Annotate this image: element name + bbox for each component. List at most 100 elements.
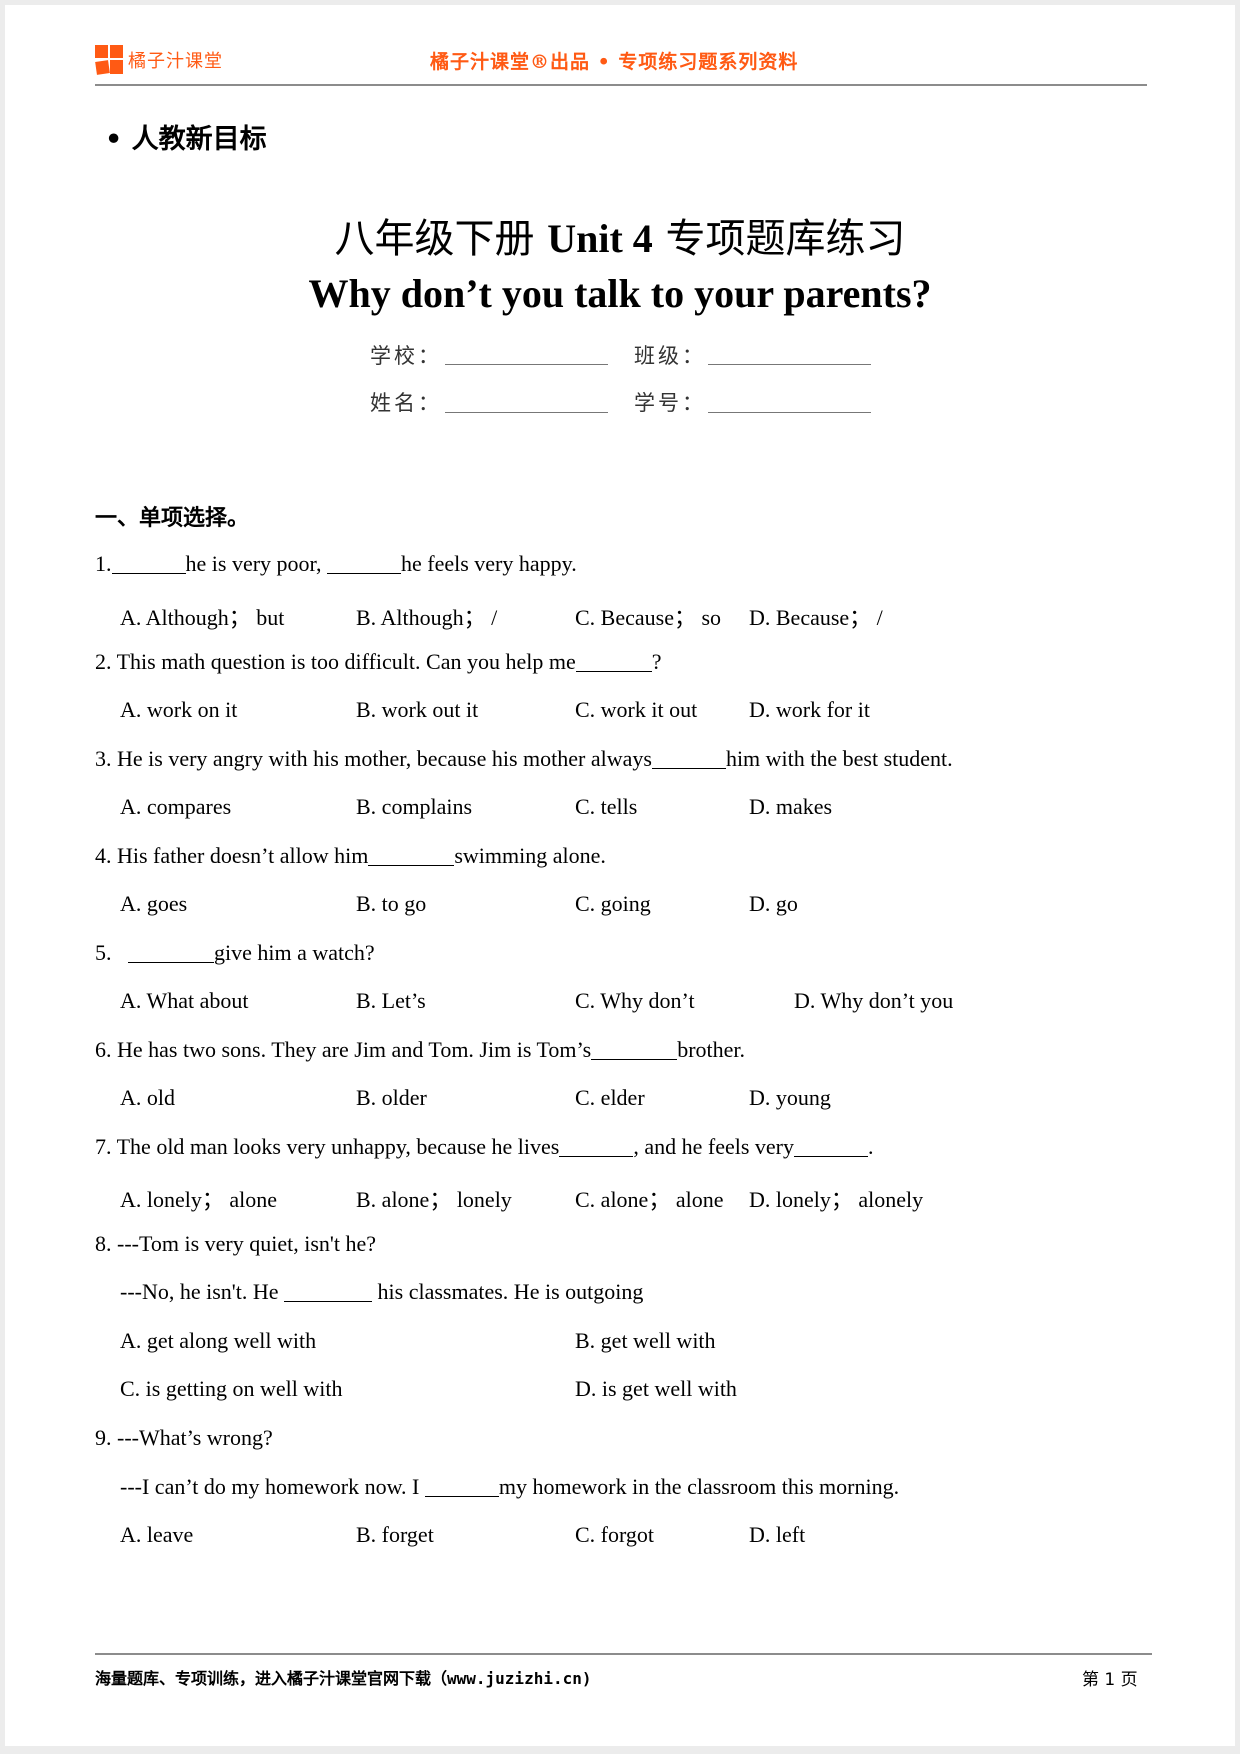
answer-blank[interactable] <box>575 649 652 672</box>
option-b[interactable]: B. complains <box>356 794 472 820</box>
option-c[interactable]: C. Why don’t <box>575 988 695 1014</box>
answer-blank[interactable] <box>111 551 186 574</box>
question-text: His father doesn’t allow him <box>117 843 369 868</box>
option-b[interactable]: B. to go <box>356 891 426 917</box>
option-b[interactable]: B. forget <box>356 1522 434 1548</box>
option-b[interactable]: B. older <box>356 1085 427 1111</box>
question-number: 1. <box>95 551 112 576</box>
name-field[interactable] <box>445 412 608 413</box>
question-number: 9. <box>95 1425 112 1450</box>
question-text: This math question is too difficult. Can… <box>116 649 576 674</box>
option-a[interactable]: A. goes <box>120 891 187 917</box>
option-d[interactable]: D. Why don’t you <box>794 988 953 1014</box>
class-label: 班级： <box>634 344 706 368</box>
question-text: give him a watch? <box>214 940 375 965</box>
option-d[interactable]: D. go <box>749 891 798 917</box>
option-d[interactable]: D. is get well with <box>575 1376 737 1402</box>
option-d[interactable]: D. lonely； alonely <box>749 1182 923 1214</box>
option-c[interactable]: C. alone； alone <box>575 1182 723 1214</box>
textbook-series-label: • 人教新目标 <box>105 124 267 155</box>
title-grade: 八年级下册 <box>334 216 548 262</box>
answer-blank[interactable] <box>559 1134 634 1157</box>
option-b[interactable]: B. work out it <box>356 697 478 723</box>
option-d[interactable]: D. young <box>749 1085 831 1111</box>
option-a[interactable]: A. old <box>120 1085 175 1111</box>
option-a[interactable]: A. get along well with <box>120 1328 316 1354</box>
answer-blank[interactable] <box>424 1474 499 1497</box>
brand-logo-icon <box>95 45 123 75</box>
question-text: he is very poor, <box>185 551 327 576</box>
option-d[interactable]: D. left <box>749 1522 805 1548</box>
question-number: 7. <box>95 1134 112 1159</box>
option-a[interactable]: A. Although； but <box>120 600 284 632</box>
page-subtitle: Why don’t you talk to your parents? <box>308 271 932 316</box>
question-text: He is very angry with his mother, becaus… <box>117 746 652 771</box>
page-title: 八年级下册 Unit 4 专项题库练习 <box>0 206 1240 264</box>
student-number-field[interactable] <box>708 412 871 413</box>
footer-promo: 海量题库、专项训练，进入橘子汁课堂官网下载（www.juzizhi.cn) <box>95 1669 592 1688</box>
answer-blank[interactable] <box>368 843 455 866</box>
option-b[interactable]: B. alone； lonely <box>356 1182 512 1214</box>
question-1: 1. he is very poor, he feels very happy. <box>95 551 577 577</box>
option-c[interactable]: C. going <box>575 891 651 917</box>
option-b[interactable]: B. Let’s <box>356 988 426 1014</box>
header-tagline: 橘子汁课堂®出品 • 专项练习题系列资料 <box>430 51 799 73</box>
question-text: The old man looks very unhappy, because … <box>116 1134 560 1159</box>
question-text: . <box>868 1134 874 1159</box>
question-text: brother. <box>677 1037 746 1062</box>
question-number: 4. <box>95 843 112 868</box>
question-5: 5. give him a watch? <box>95 940 375 966</box>
question-text: He has two sons. They are Jim and Tom. J… <box>117 1037 592 1062</box>
school-label: 学校： <box>370 344 442 368</box>
option-a[interactable]: A. lonely； alone <box>120 1182 277 1214</box>
option-a[interactable]: A. compares <box>120 794 231 820</box>
question-9: 9. ---What’s wrong? <box>95 1425 273 1451</box>
option-c[interactable]: C. tells <box>575 794 637 820</box>
question-6: 6. He has two sons. They are Jim and Tom… <box>95 1037 745 1063</box>
option-a[interactable]: A. work on it <box>120 697 237 723</box>
question-8: 8. ---Tom is very quiet, isn't he? <box>95 1231 376 1257</box>
question-2: 2. This math question is too difficult. … <box>95 649 661 675</box>
option-a[interactable]: A. leave <box>120 1522 193 1548</box>
option-b[interactable]: B. get well with <box>575 1328 716 1354</box>
question-number: 2. <box>95 649 112 674</box>
footer-divider <box>95 1653 1152 1655</box>
question-text: ---What’s wrong? <box>117 1425 273 1450</box>
question-text: ---I can’t do my homework now. I <box>120 1474 425 1499</box>
option-c[interactable]: C. work it out <box>575 697 697 723</box>
question-text: swimming alone. <box>454 843 606 868</box>
question-9-response: ---I can’t do my homework now. I my home… <box>120 1474 899 1500</box>
header-divider <box>95 84 1147 86</box>
option-c[interactable]: C. elder <box>575 1085 645 1111</box>
question-text: him with the best student. <box>725 746 953 771</box>
answer-blank[interactable] <box>591 1037 678 1060</box>
question-number: 3. <box>95 746 112 771</box>
school-field[interactable] <box>445 364 608 365</box>
question-text: my homework in the classroom this mornin… <box>498 1474 900 1499</box>
option-c[interactable]: C. is getting on well with <box>120 1376 342 1402</box>
question-text: his classmates. He is outgoing <box>372 1279 644 1304</box>
option-b[interactable]: B. Although； / <box>356 600 497 632</box>
option-c[interactable]: C. forgot <box>575 1522 654 1548</box>
title-topic: 专项题库练习 <box>652 216 906 262</box>
answer-blank[interactable] <box>284 1279 373 1302</box>
answer-blank[interactable] <box>794 1134 868 1157</box>
answer-blank[interactable] <box>326 551 401 574</box>
section-heading: 一、单项选择。 <box>95 505 250 531</box>
question-text: ---Tom is very quiet, isn't he? <box>117 1231 377 1256</box>
option-d[interactable]: D. makes <box>749 794 832 820</box>
question-4: 4. His father doesn’t allow him swimming … <box>95 843 606 869</box>
answer-blank[interactable] <box>651 746 726 769</box>
brand-name: 橘子汁课堂 <box>128 51 223 72</box>
answer-blank[interactable] <box>128 940 214 963</box>
option-d[interactable]: D. Because； / <box>749 600 883 632</box>
option-d[interactable]: D. work for it <box>749 697 870 723</box>
option-c[interactable]: C. Because； so <box>575 600 721 632</box>
question-number: 8. <box>95 1231 112 1256</box>
student-number-label: 学号： <box>634 391 706 415</box>
question-text: he feels very happy. <box>400 551 577 576</box>
option-a[interactable]: A. What about <box>120 988 249 1014</box>
question-7: 7. The old man looks very unhappy, becau… <box>95 1134 874 1160</box>
class-field[interactable] <box>708 364 871 365</box>
question-8-response: ---No, he isn't. He his classmates. He i… <box>120 1279 643 1305</box>
